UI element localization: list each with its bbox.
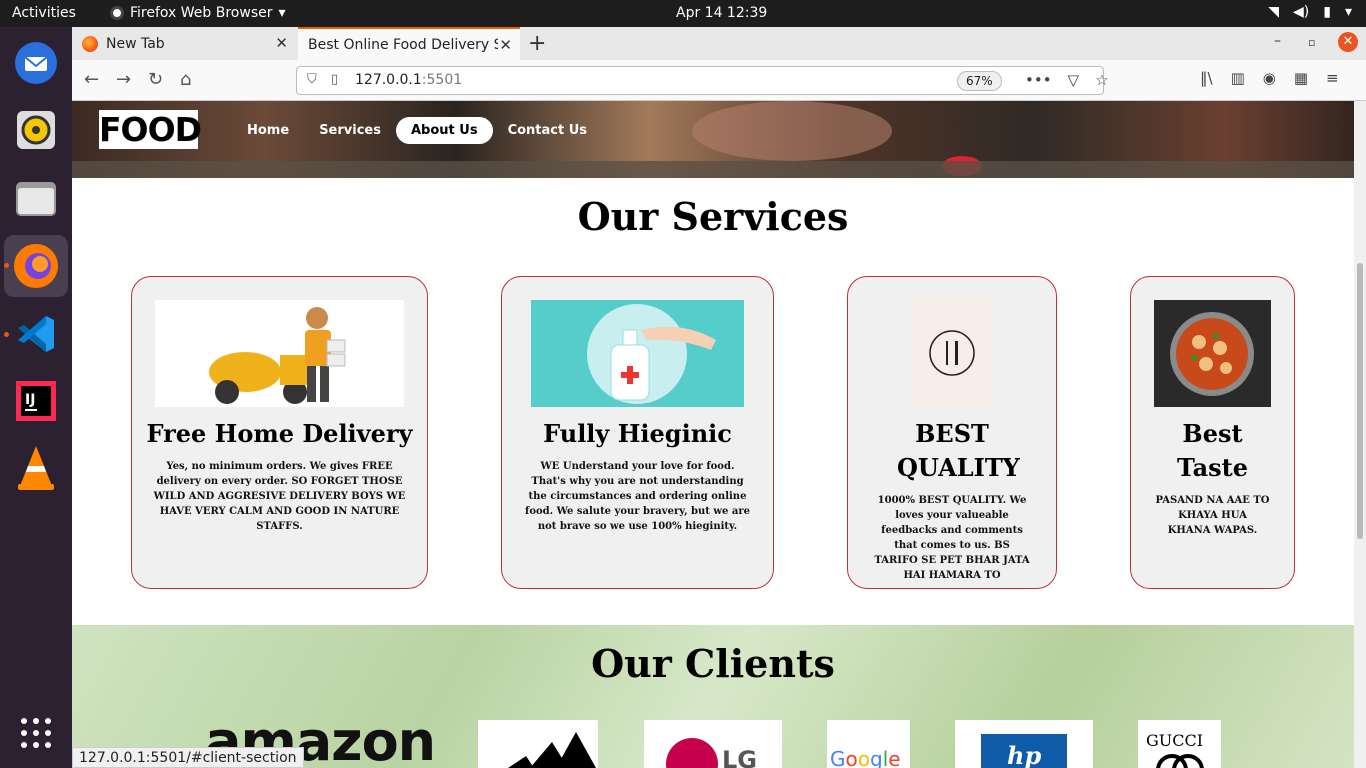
pocket-icon[interactable]: ▽ — [1068, 71, 1080, 89]
services-title: Our Services — [577, 194, 849, 239]
curry-dish-image — [1154, 300, 1271, 407]
nav-services[interactable]: Services — [304, 117, 396, 144]
firefox-icon — [110, 6, 124, 20]
hero-food-image — [692, 101, 892, 161]
dock: IJ — [0, 27, 72, 768]
tab-food-delivery[interactable]: Best Online Food Delivery S ✕ — [298, 27, 520, 60]
service-card-hygiene: Fully Hieginic WE Understand your love f… — [501, 276, 774, 589]
tab-new-tab[interactable]: New Tab ✕ — [72, 27, 296, 60]
card-text: Yes, no minimum orders. We gives FREE de… — [153, 461, 406, 532]
minimize-button[interactable]: – — [1274, 33, 1281, 49]
nav-home[interactable]: Home — [232, 117, 304, 144]
vscode-icon[interactable] — [10, 308, 62, 360]
card-title-text: Best Taste — [1177, 419, 1248, 482]
vlc-icon[interactable] — [10, 442, 62, 494]
hp-logo: hp — [955, 720, 1093, 768]
service-card-quality: BEST QUALITY 1000% BEST QUALITY. We love… — [847, 276, 1057, 589]
library-icon[interactable]: ‖\ — [1200, 69, 1213, 87]
close-window-button[interactable]: ✕ — [1338, 32, 1358, 52]
app-menu[interactable]: Firefox Web Browser ▾ — [110, 5, 286, 21]
site-nav: Home Services About Us Contact Us — [232, 117, 602, 144]
volume-icon: ◀) — [1293, 4, 1310, 20]
nav-contact-us[interactable]: Contact Us — [493, 117, 602, 144]
zoom-level[interactable]: 67% — [957, 71, 1002, 91]
google-logo: Google — [827, 720, 910, 768]
tab-bar: New Tab ✕ Best Online Food Delivery S ✕ … — [72, 27, 1366, 60]
tab-label: New Tab — [106, 35, 165, 52]
system-tray[interactable]: ◥ ◀) ▮ ▾ — [1268, 4, 1352, 20]
service-card-taste: Best Taste PASAND NA AAE TO KHAYA HUA KH… — [1130, 276, 1295, 589]
rhythmbox-icon[interactable] — [10, 104, 62, 156]
scrollbar-thumb[interactable] — [1357, 263, 1363, 539]
svg-text:GUCCI: GUCCI — [1146, 731, 1203, 750]
card-title-text: BEST QUALITY — [897, 419, 1020, 482]
page-scrollbar[interactable] — [1354, 101, 1366, 768]
svg-text:hp: hp — [1007, 741, 1041, 768]
url-bar[interactable]: ⛉ ▯ 127.0.0.1:5501 67% ••• ▽ ☆ — [296, 66, 1109, 95]
extension-icon[interactable]: ▦ — [1294, 69, 1308, 87]
gucci-logo: GUCCI — [1138, 720, 1221, 768]
wifi-icon: ◥ — [1268, 4, 1280, 20]
firefox-icon — [82, 35, 98, 52]
bookmark-star-icon[interactable]: ☆ — [1095, 71, 1108, 89]
chevron-down-icon: ▾ — [278, 5, 286, 21]
menu-icon[interactable]: ≡ — [1326, 69, 1339, 87]
maximize-button[interactable]: ▫ — [1308, 36, 1315, 49]
delivery-illustration — [155, 300, 404, 407]
hero-banner: FOOD Home Services About Us Contact Us — [72, 101, 1354, 178]
reload-button[interactable]: ↻ — [148, 69, 163, 90]
chevron-down-icon: ▾ — [1344, 4, 1352, 20]
files-icon[interactable] — [10, 172, 62, 224]
close-icon[interactable]: ✕ — [499, 36, 512, 54]
tab-label: Best Online Food Delivery S — [308, 36, 498, 53]
new-tab-button[interactable]: + — [528, 31, 546, 56]
card-title: Best Taste — [1131, 417, 1294, 485]
firefox-dock-icon[interactable] — [4, 235, 68, 297]
page-viewport: FOOD Home Services About Us Contact Us O… — [72, 101, 1354, 768]
battery-icon: ▮ — [1323, 4, 1331, 20]
app-name: Firefox Web Browser — [130, 5, 273, 21]
shield-icon[interactable]: ⛉ — [307, 72, 317, 87]
svg-text:Google: Google — [830, 747, 901, 768]
cutlery-illustration — [912, 300, 992, 407]
system-top-bar: Activities Firefox Web Browser ▾ Apr 14 … — [0, 0, 1366, 27]
card-title: BEST QUALITY — [848, 417, 1056, 485]
clock[interactable]: Apr 14 12:39 — [676, 5, 767, 21]
show-apps-icon[interactable] — [10, 707, 62, 759]
close-icon[interactable]: ✕ — [275, 34, 288, 52]
adidas-logo — [478, 720, 598, 768]
back-button[interactable]: ← — [84, 69, 99, 90]
running-indicator — [4, 263, 9, 268]
card-title: Fully Hieginic — [543, 419, 732, 448]
card-text: PASAND NA AAE TO KHAYA HUA KHANA WAPAS. — [1155, 495, 1270, 536]
url-port: :5501 — [421, 72, 463, 88]
home-button[interactable]: ⌂ — [180, 69, 191, 90]
nav-about-us[interactable]: About Us — [395, 117, 493, 144]
page-actions-icon[interactable]: ••• — [1025, 71, 1052, 89]
svg-text:IJ: IJ — [25, 392, 35, 408]
account-icon[interactable]: ◉ — [1263, 69, 1276, 87]
status-bar-url: 127.0.0.1:5501/#client-section — [72, 747, 304, 768]
card-title: Free Home Delivery — [146, 419, 413, 448]
url-host: 127.0.0.1 — [355, 72, 422, 88]
lg-logo: LG — [644, 720, 782, 768]
hero-shade — [72, 161, 1354, 178]
sanitizer-illustration — [531, 300, 744, 407]
svg-text:LG: LG — [722, 746, 757, 768]
card-text: WE Understand your love for food. That's… — [525, 461, 750, 532]
forward-button[interactable]: → — [116, 69, 131, 90]
url-text[interactable]: 127.0.0.1:5501 — [355, 72, 462, 88]
activities-button[interactable]: Activities — [12, 5, 76, 21]
sidebar-icon[interactable]: ▥ — [1231, 69, 1245, 87]
intellij-icon[interactable]: IJ — [10, 375, 62, 427]
running-indicator — [4, 332, 9, 337]
service-card-delivery: Free Home Delivery Yes, no minimum order… — [131, 276, 428, 589]
card-text: 1000% BEST QUALITY. We loves your valuea… — [874, 495, 1030, 581]
clients-title: Our Clients — [591, 641, 835, 686]
page-info-icon[interactable]: ▯ — [331, 72, 338, 87]
navigation-toolbar: ← → ↻ ⌂ ⛉ ▯ 127.0.0.1:5501 67% ••• ▽ ☆ ‖… — [72, 60, 1366, 101]
thunderbird-icon[interactable] — [10, 37, 62, 89]
site-logo[interactable]: FOOD — [99, 110, 202, 149]
